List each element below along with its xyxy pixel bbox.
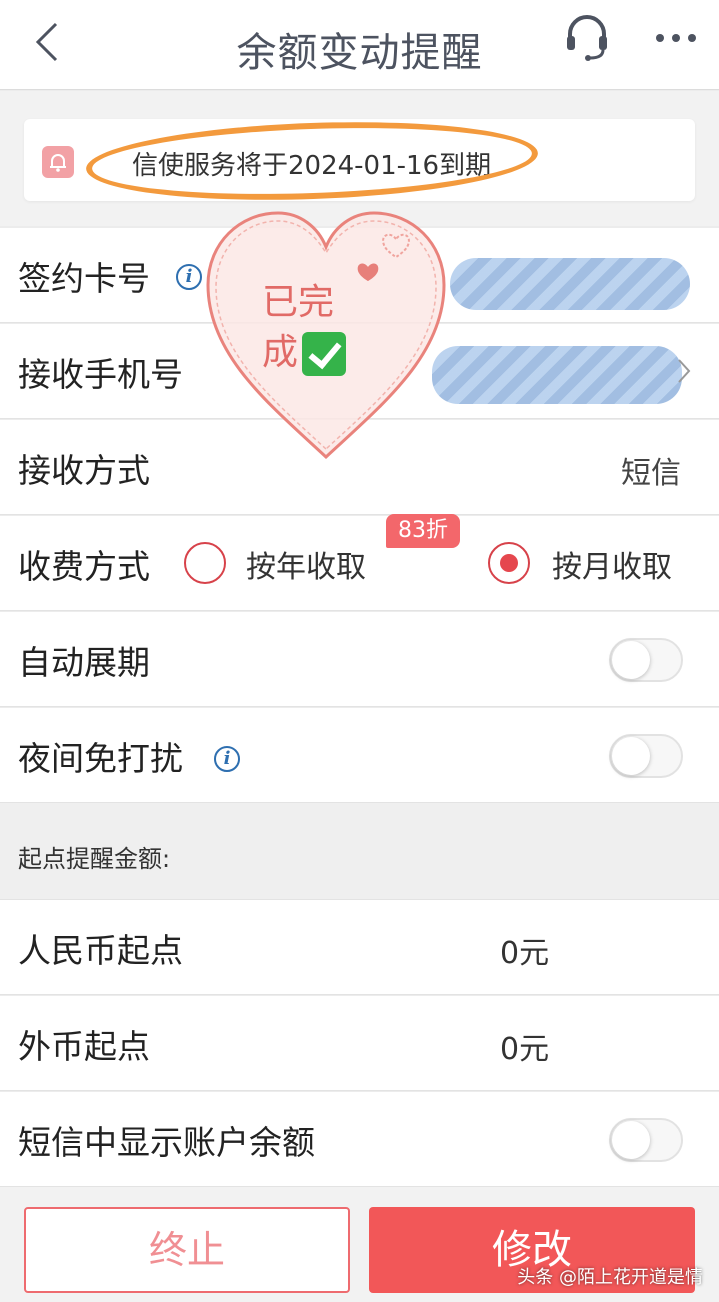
phone-label: 接收手机号 [18,355,183,394]
more-dots-icon[interactable] [654,30,698,46]
row-auto-renew: 自动展期 [0,612,719,707]
bell-icon [42,146,74,178]
receive-method-value: 短信 [621,456,681,491]
sticker-line1: 已完 [262,282,335,323]
radio-monthly[interactable] [488,542,530,584]
toggle-knob [612,737,650,775]
watermark: 头条 @陌上花开道是情 [517,1267,703,1288]
info-icon[interactable]: i [176,264,202,290]
stop-button[interactable]: 终止 [24,1207,350,1293]
bottom-bar: 终止 修改 头条 @陌上花开道是情 [0,1187,719,1302]
radio-yearly-label[interactable]: 按年收取 [246,542,366,586]
auto-renew-label: 自动展期 [18,643,150,682]
redacted-card-number [450,258,690,310]
section-header: 起点提醒金额: [0,803,719,900]
night-dnd-label: 夜间免打扰 [18,739,183,778]
row-fee-method: 收费方式 按年收取 83折 按月收取 [0,514,719,611]
radio-yearly[interactable] [184,542,226,584]
sticker-text: 已完 成 [262,278,372,378]
auto-renew-toggle[interactable] [609,638,683,682]
sms-balance-label: 短信中显示账户余额 [18,1123,315,1162]
fee-method-label: 收费方式 [18,547,150,586]
sms-balance-toggle[interactable] [609,1118,683,1162]
check-mark-icon [302,332,347,376]
foreign-value: 0元 [500,1032,550,1067]
rmb-value: 0元 [500,936,550,971]
headset-icon[interactable] [562,12,612,64]
expiry-notice: 信使服务将于2024-01-16到期 [24,115,695,207]
discount-badge: 83折 [386,514,460,548]
row-rmb-threshold[interactable]: 人民币起点 0元 [0,900,719,995]
section-title: 起点提醒金额: [18,845,171,873]
toggle-knob [612,641,650,679]
receive-method-label: 接收方式 [18,451,150,490]
highlight-ring [84,115,540,207]
top-bar: 余额变动提醒 [0,0,719,90]
card-number-label: 签约卡号 [18,259,150,298]
foreign-label: 外币起点 [18,1027,150,1066]
toggle-knob [612,1121,650,1159]
sticker-line2-text: 成 [262,332,299,373]
sticker-line2: 成 [262,328,372,378]
night-dnd-toggle[interactable] [609,734,683,778]
row-night-dnd: 夜间免打扰 i [0,708,719,803]
chevron-right-icon [678,359,691,383]
row-foreign-threshold[interactable]: 外币起点 0元 [0,996,719,1091]
rmb-label: 人民币起点 [18,931,183,970]
row-sms-balance: 短信中显示账户余额 [0,1092,719,1187]
radio-monthly-label[interactable]: 按月收取 [552,542,672,586]
info-icon[interactable]: i [214,746,240,772]
redacted-phone [432,346,682,404]
